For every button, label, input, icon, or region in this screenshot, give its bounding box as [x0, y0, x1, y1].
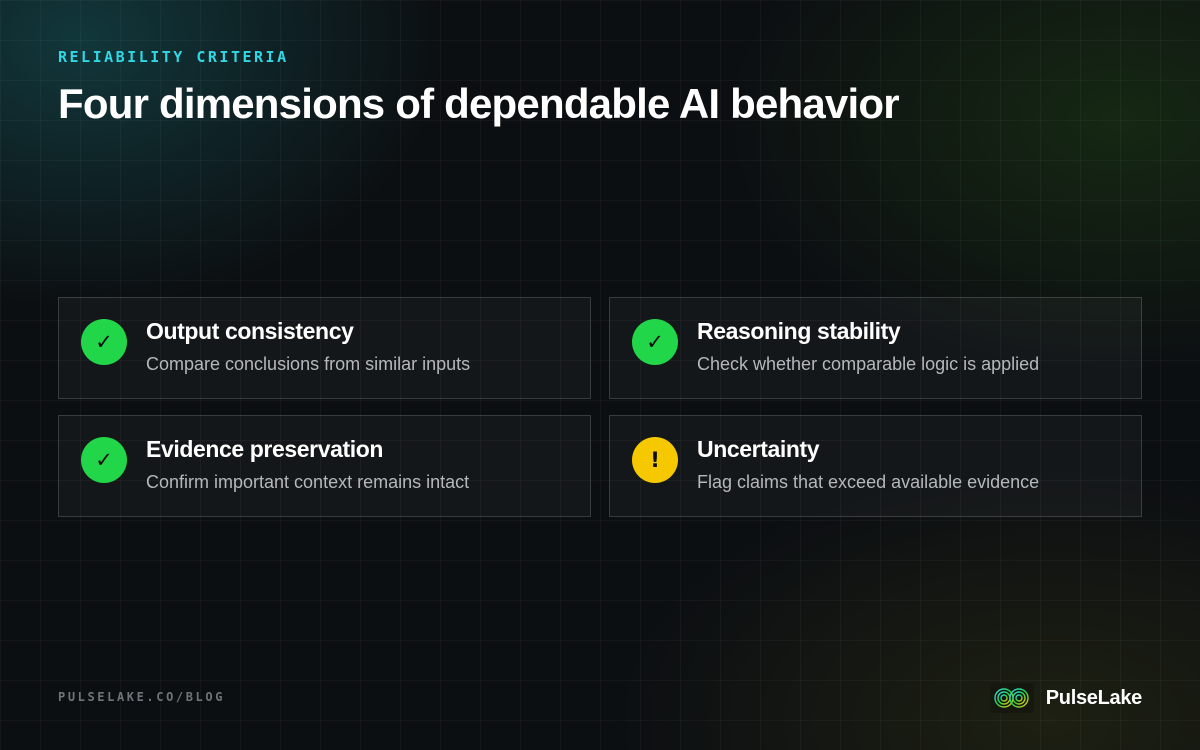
card-title: Reasoning stability — [697, 318, 901, 344]
check-icon: ✓ — [632, 319, 678, 365]
criteria-card-output-consistency: ✓ Output consistency Compare conclusions… — [58, 297, 591, 399]
check-icon: ✓ — [81, 319, 127, 365]
card-description: Confirm important context remains intact — [146, 472, 470, 492]
card-description: Flag claims that exceed available eviden… — [697, 472, 1040, 492]
criteria-grid: ✓ Output consistency Compare conclusions… — [58, 297, 1142, 517]
criteria-card-evidence-preservation: ✓ Evidence preservation Confirm importan… — [58, 415, 591, 517]
criteria-card-reasoning-stability: ✓ Reasoning stability Check whether comp… — [609, 297, 1142, 399]
exclamation-icon: ! — [632, 437, 678, 483]
card-title: Output consistency — [146, 318, 354, 344]
criteria-card-uncertainty: ! Uncertainty Flag claims that exceed av… — [609, 415, 1142, 517]
pulselake-logo-icon — [989, 683, 1034, 713]
check-icon: ✓ — [81, 437, 127, 483]
brand[interactable]: PulseLake — [989, 683, 1143, 713]
page-title: Four dimensions of dependable AI behavio… — [58, 80, 900, 127]
footer-url[interactable]: PULSELAKE.CO/BLOG — [58, 690, 225, 704]
card-description: Check whether comparable logic is applie… — [697, 354, 1040, 374]
card-title: Uncertainty — [697, 436, 820, 462]
card-description: Compare conclusions from similar inputs — [146, 354, 471, 374]
card-title: Evidence preservation — [146, 436, 384, 462]
eyebrow-label: RELIABILITY CRITERIA — [58, 48, 289, 66]
brand-name: PulseLake — [1045, 686, 1143, 709]
slide: RELIABILITY CRITERIA Four dimensions of … — [0, 0, 1200, 750]
